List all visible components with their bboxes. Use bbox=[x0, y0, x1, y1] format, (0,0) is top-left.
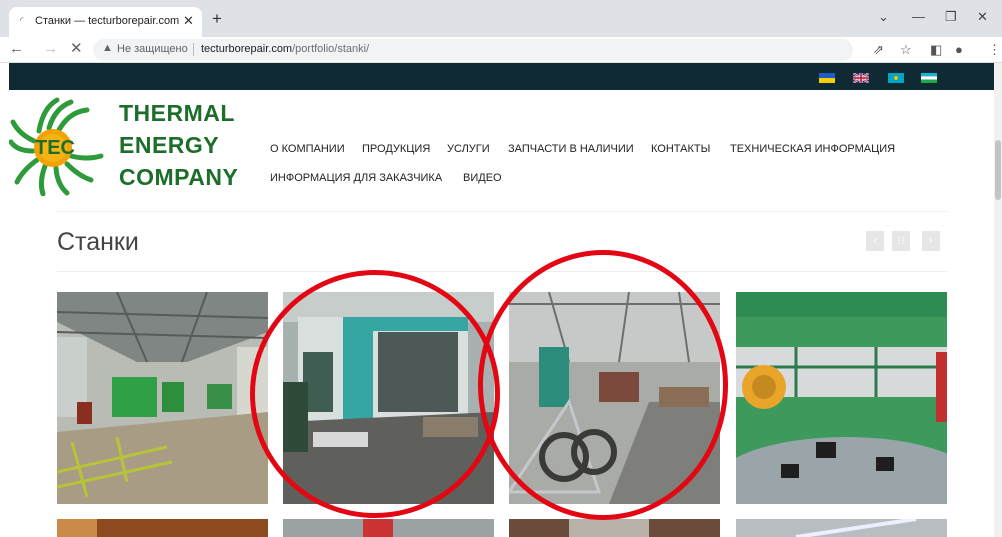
gallery-image[interactable] bbox=[57, 519, 268, 537]
window-close-icon[interactable]: ✕ bbox=[977, 9, 988, 25]
nav-item-video[interactable]: ВИДЕО bbox=[463, 172, 502, 184]
machine-shop-photo-8 bbox=[736, 519, 947, 537]
minimize-icon[interactable]: — bbox=[912, 9, 925, 24]
stop-icon[interactable]: ✕ bbox=[70, 41, 83, 57]
highlight-circle bbox=[478, 250, 728, 520]
next-project-button[interactable]: › bbox=[922, 231, 940, 251]
share-icon[interactable]: ⇗ bbox=[873, 42, 884, 58]
ukraine-flag-icon[interactable] bbox=[819, 73, 835, 83]
bookmark-star-icon[interactable]: ☆ bbox=[900, 42, 912, 58]
machine-shop-photo-5 bbox=[57, 519, 268, 537]
nav-item-spare-parts[interactable]: ЗАПЧАСТИ В НАЛИЧИИ bbox=[508, 143, 634, 155]
machine-shop-photo-7 bbox=[509, 519, 720, 537]
uzbekistan-flag-icon[interactable] bbox=[921, 73, 937, 83]
address-divider bbox=[193, 43, 194, 56]
nav-item-technical-info[interactable]: ТЕХНИЧЕСКАЯ ИНФОРМАЦИЯ bbox=[730, 143, 895, 155]
menu-kebab-icon[interactable]: ⋮ bbox=[988, 42, 1001, 58]
site-logo[interactable]: TEC THERMAL ENERGY COMPANY bbox=[9, 96, 254, 196]
uk-flag-icon[interactable] bbox=[853, 73, 869, 83]
url-text: tecturborepair.com/portfolio/stanki/ bbox=[201, 43, 369, 55]
scrollbar-thumb[interactable] bbox=[995, 140, 1001, 200]
portfolio-grid-button[interactable]: ⁝⁝ bbox=[892, 231, 910, 251]
gallery-image[interactable] bbox=[736, 292, 947, 504]
logo-badge: TEC bbox=[35, 137, 75, 159]
nav-item-about[interactable]: О КОМПАНИИ bbox=[270, 143, 345, 155]
page-title: Станки bbox=[57, 228, 139, 256]
profile-avatar-icon[interactable]: ● bbox=[955, 42, 963, 57]
url-host: tecturborepair.com bbox=[201, 43, 293, 55]
highlight-circle bbox=[250, 270, 500, 518]
logo-line-1: THERMAL bbox=[119, 100, 235, 126]
nav-item-services[interactable]: УСЛУГИ bbox=[447, 143, 490, 155]
warning-icon: ▲ bbox=[102, 42, 113, 54]
tab-close-icon[interactable]: ✕ bbox=[183, 13, 194, 29]
address-bar[interactable]: ▲ Не защищено tecturborepair.com/portfol… bbox=[93, 39, 853, 61]
not-secure-label: Не защищено bbox=[117, 43, 188, 55]
page-scrollbar[interactable] bbox=[994, 63, 1002, 537]
back-icon[interactable]: ← bbox=[9, 41, 24, 57]
nav-item-customer-info[interactable]: ИНФОРМАЦИЯ ДЛЯ ЗАКАЗЧИКА bbox=[270, 172, 442, 184]
tab-title: Станки — tecturborepair.com bbox=[35, 15, 180, 27]
kazakhstan-flag-icon[interactable] bbox=[888, 73, 904, 83]
gallery-image[interactable] bbox=[736, 519, 947, 537]
header-divider bbox=[57, 211, 947, 212]
restore-icon[interactable]: ❐ bbox=[945, 9, 957, 25]
gallery-image[interactable] bbox=[283, 519, 494, 537]
url-path: /portfolio/stanki/ bbox=[292, 43, 370, 55]
browser-toolbar: ← → ✕ ▲ Не защищено tecturborepair.com/p… bbox=[0, 37, 1002, 63]
prev-project-button[interactable]: ‹ bbox=[866, 231, 884, 251]
browser-tab-strip: ◜ Станки — tecturborepair.com ✕ + ⌄ — ❐ … bbox=[0, 0, 1002, 37]
machine-shop-photo-4 bbox=[736, 292, 947, 504]
side-panel-icon[interactable]: ◧ bbox=[930, 42, 942, 58]
machine-shop-photo-1 bbox=[57, 292, 268, 504]
gallery-image[interactable] bbox=[57, 292, 268, 504]
logo-line-2: ENERGY bbox=[119, 132, 220, 158]
title-divider bbox=[57, 271, 947, 272]
loading-icon: ◜ bbox=[20, 15, 24, 25]
language-bar bbox=[9, 63, 994, 90]
nav-item-products[interactable]: ПРОДУКЦИЯ bbox=[362, 143, 430, 155]
logo-line-3: COMPANY bbox=[119, 164, 239, 190]
gallery-image[interactable] bbox=[509, 519, 720, 537]
browser-tab[interactable]: ◜ Станки — tecturborepair.com ✕ bbox=[9, 7, 202, 37]
new-tab-button[interactable]: + bbox=[212, 9, 222, 29]
nav-item-contacts[interactable]: КОНТАКТЫ bbox=[651, 143, 710, 155]
forward-icon[interactable]: → bbox=[43, 41, 58, 57]
machine-shop-photo-6 bbox=[283, 519, 494, 537]
tab-search-icon[interactable]: ⌄ bbox=[878, 9, 889, 25]
